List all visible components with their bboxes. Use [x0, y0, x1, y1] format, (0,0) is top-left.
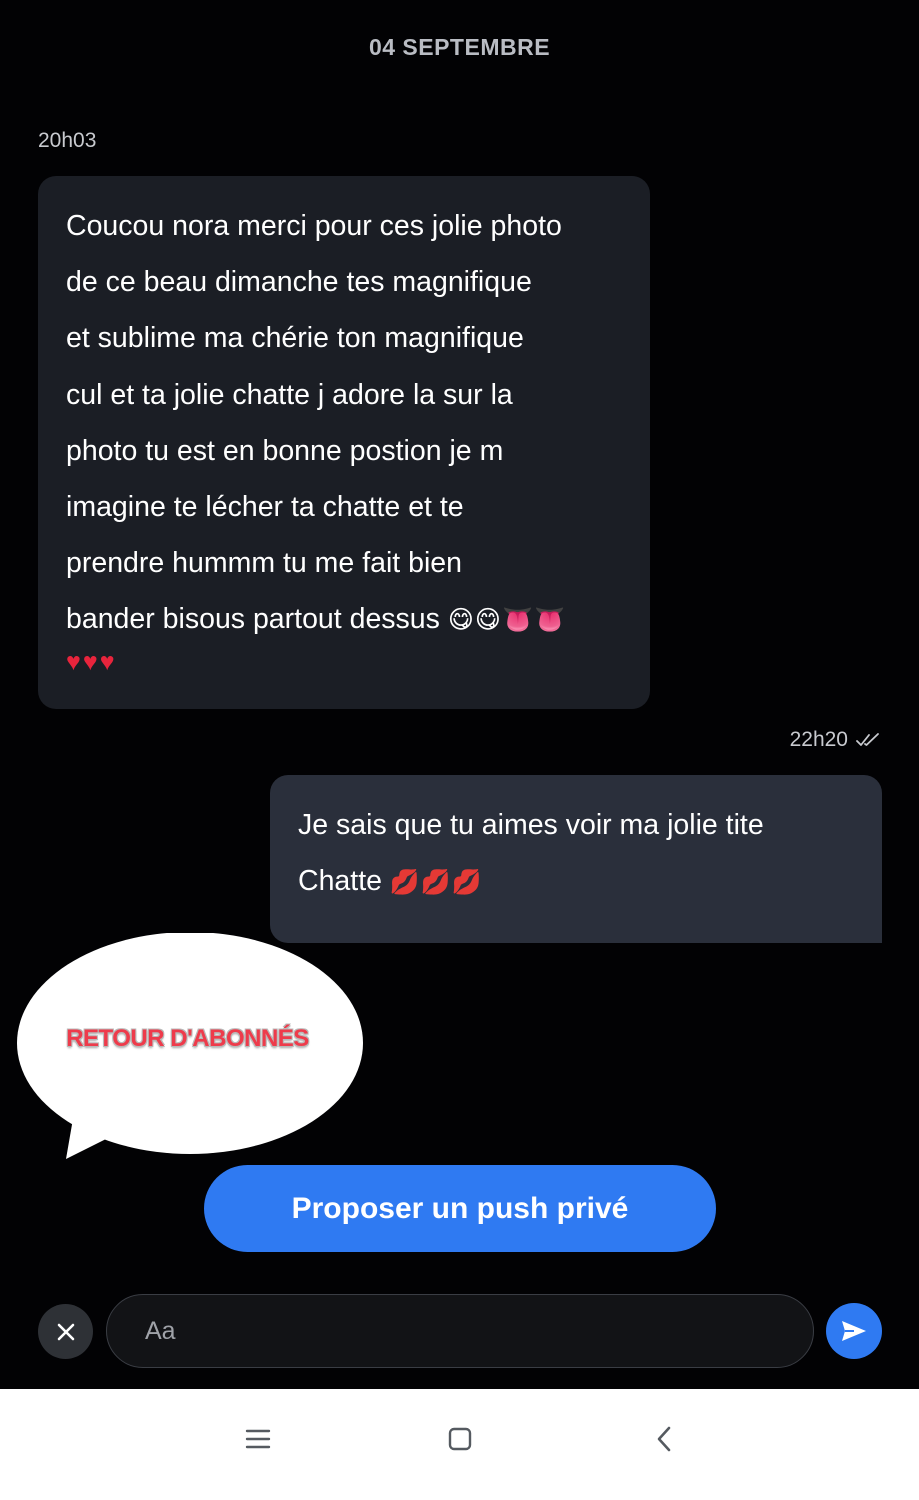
propose-private-push-button[interactable]: Proposer un push privé	[204, 1165, 716, 1252]
emoji-group: 😋😋👅👅	[447, 606, 567, 635]
message-input-placeholder: Aa	[145, 1316, 176, 1345]
outgoing-timestamp-row: 22h20	[790, 728, 882, 752]
hearts-emoji-group: ♥♥♥	[66, 647, 117, 676]
close-icon	[57, 1323, 74, 1340]
kiss-emoji-group: 💋💋💋	[389, 869, 483, 897]
outgoing-timestamp: 22h20	[789, 728, 848, 751]
menu-icon	[245, 1429, 271, 1449]
date-header: 04 SEPTEMBRE	[368, 34, 551, 60]
nav-menu-button[interactable]	[238, 1419, 278, 1459]
message-line: cul et ta jolie chatte j adore la sur la	[66, 378, 513, 411]
message-line: bander bisous partout dessus	[66, 603, 440, 636]
system-navigation-bar	[0, 1389, 919, 1500]
message-line: photo tu est en bonne postion je m	[66, 434, 504, 467]
message-line: et sublime ma chérie ton magnifique	[66, 322, 524, 355]
message-line: prendre hummm tu me fait bien	[66, 547, 463, 580]
close-button[interactable]	[38, 1304, 93, 1359]
back-chevron-icon	[657, 1426, 671, 1452]
message-line: Je sais que tu aimes voir ma jolie tite	[298, 809, 764, 841]
message-line: imagine te lécher ta chatte et te	[66, 491, 464, 524]
speech-bubble-text: RETOUR D'ABONNÉS	[66, 1025, 309, 1052]
message-input[interactable]: Aa	[106, 1294, 814, 1368]
nav-home-button[interactable]	[440, 1419, 480, 1459]
nav-back-button[interactable]	[644, 1419, 684, 1459]
message-line: Coucou nora merci pour ces jolie photo	[66, 210, 562, 242]
incoming-timestamp: 20h03	[38, 129, 97, 152]
home-square-icon	[448, 1427, 472, 1451]
message-line: Chatte	[298, 865, 382, 898]
incoming-message-bubble[interactable]: Coucou nora merci pour ces jolie photo d…	[38, 176, 650, 709]
send-icon	[842, 1321, 866, 1341]
outgoing-message-bubble[interactable]: Je sais que tu aimes voir ma jolie tite …	[270, 775, 882, 943]
message-line-last: Chatte 💋💋💋	[298, 853, 858, 911]
message-line-last: bander bisous partout dessus 😋😋👅👅	[66, 591, 626, 648]
send-button[interactable]	[826, 1303, 882, 1359]
message-line: de ce beau dimanche tes magnifique	[66, 266, 532, 299]
double-check-icon	[856, 733, 879, 746]
